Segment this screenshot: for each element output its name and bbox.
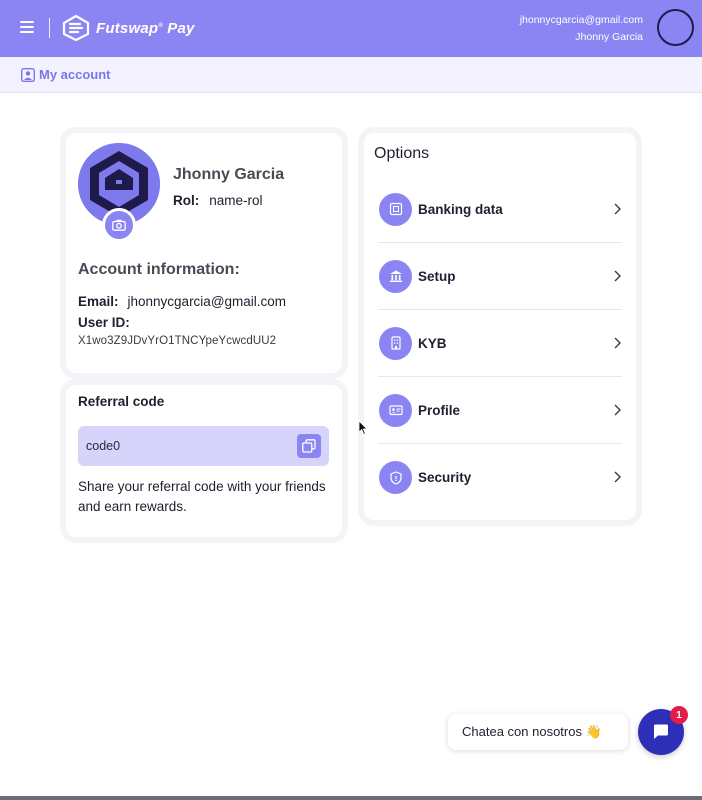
option-label: Security (418, 470, 472, 485)
option-label: Setup (418, 268, 456, 284)
option-profile[interactable]: Profile (378, 377, 622, 444)
option-setup[interactable]: Setup (378, 243, 622, 310)
chat-badge: 1 (670, 706, 688, 724)
userid-label: User ID: (78, 315, 130, 330)
options-title: Options (374, 145, 430, 162)
rol-label: Rol: (173, 193, 200, 208)
mouse-cursor-icon (358, 420, 368, 436)
brand-name: Futswap® Pay (96, 19, 195, 37)
email-value: jhonnycgarcia@gmail.com (127, 294, 287, 309)
account-info-heading: Account information: (78, 261, 240, 278)
bank-card-icon (379, 192, 412, 226)
userid-value: X1wo3Z9JDvYrO1TNCYpeYcwcdUU2 (78, 335, 277, 347)
referral-code-value: code0 (86, 439, 121, 453)
rol-value: name-rol (209, 193, 263, 208)
chat-prompt[interactable]: Chatea con nosotros 👋 (448, 714, 628, 750)
page-title: My account (39, 67, 111, 82)
option-label: KYB (418, 335, 447, 351)
options-card: Options Banking data Setup KYB Profile S… (364, 133, 636, 520)
brand-logo[interactable]: Futswap® Pay (62, 15, 195, 41)
logo-icon (62, 15, 90, 41)
top-navbar: Futswap® Pay jhonnycgarcia@gmail.com Jho… (0, 0, 702, 57)
chevron-right-icon (614, 471, 621, 483)
page-header: My account (0, 57, 702, 93)
referral-code-field: code0 (78, 426, 329, 466)
institution-icon (379, 259, 412, 293)
profile-rol: Rol: name-rol (173, 193, 263, 208)
profile-card: Jhonny Garcia Rol: name-rol Account infor… (66, 133, 342, 373)
copy-button[interactable] (297, 434, 321, 458)
option-banking-data[interactable]: Banking data (378, 176, 622, 243)
option-label: Banking data (418, 201, 503, 217)
change-photo-button[interactable] (102, 208, 136, 242)
email-label: Email: (78, 294, 119, 309)
copy-icon (302, 439, 316, 453)
user-name: Jhonny Garcia (575, 31, 643, 43)
email-row: Email: jhonnycgarcia@gmail.com (78, 294, 286, 309)
chevron-right-icon (614, 270, 621, 282)
referral-card: Referral code code0 Share your referral … (66, 385, 342, 537)
menu-icon[interactable] (20, 21, 34, 33)
id-card-icon (379, 393, 412, 427)
option-kyb[interactable]: KYB (378, 310, 622, 377)
user-email: jhonnycgarcia@gmail.com (519, 14, 643, 26)
option-label: Profile (418, 402, 461, 418)
options-list: Banking data Setup KYB Profile Security (378, 176, 622, 511)
chevron-right-icon (614, 337, 621, 349)
account-icon (21, 67, 35, 82)
referral-description: Share your referral code with your frien… (78, 479, 326, 514)
chevron-right-icon (614, 203, 621, 215)
user-meta: jhonnycgarcia@gmail.com Jhonny Garcia (520, 12, 643, 46)
user-avatar[interactable] (657, 9, 694, 46)
option-security[interactable]: Security (378, 444, 622, 511)
referral-title: Referral code (78, 394, 165, 409)
chat-icon (654, 724, 668, 739)
profile-name: Jhonny Garcia (173, 166, 285, 183)
shield-icon (379, 461, 412, 494)
bottom-border (0, 796, 702, 800)
header-divider (49, 18, 50, 38)
building-icon (379, 326, 412, 360)
camera-icon (112, 219, 126, 231)
chevron-right-icon (614, 404, 621, 416)
